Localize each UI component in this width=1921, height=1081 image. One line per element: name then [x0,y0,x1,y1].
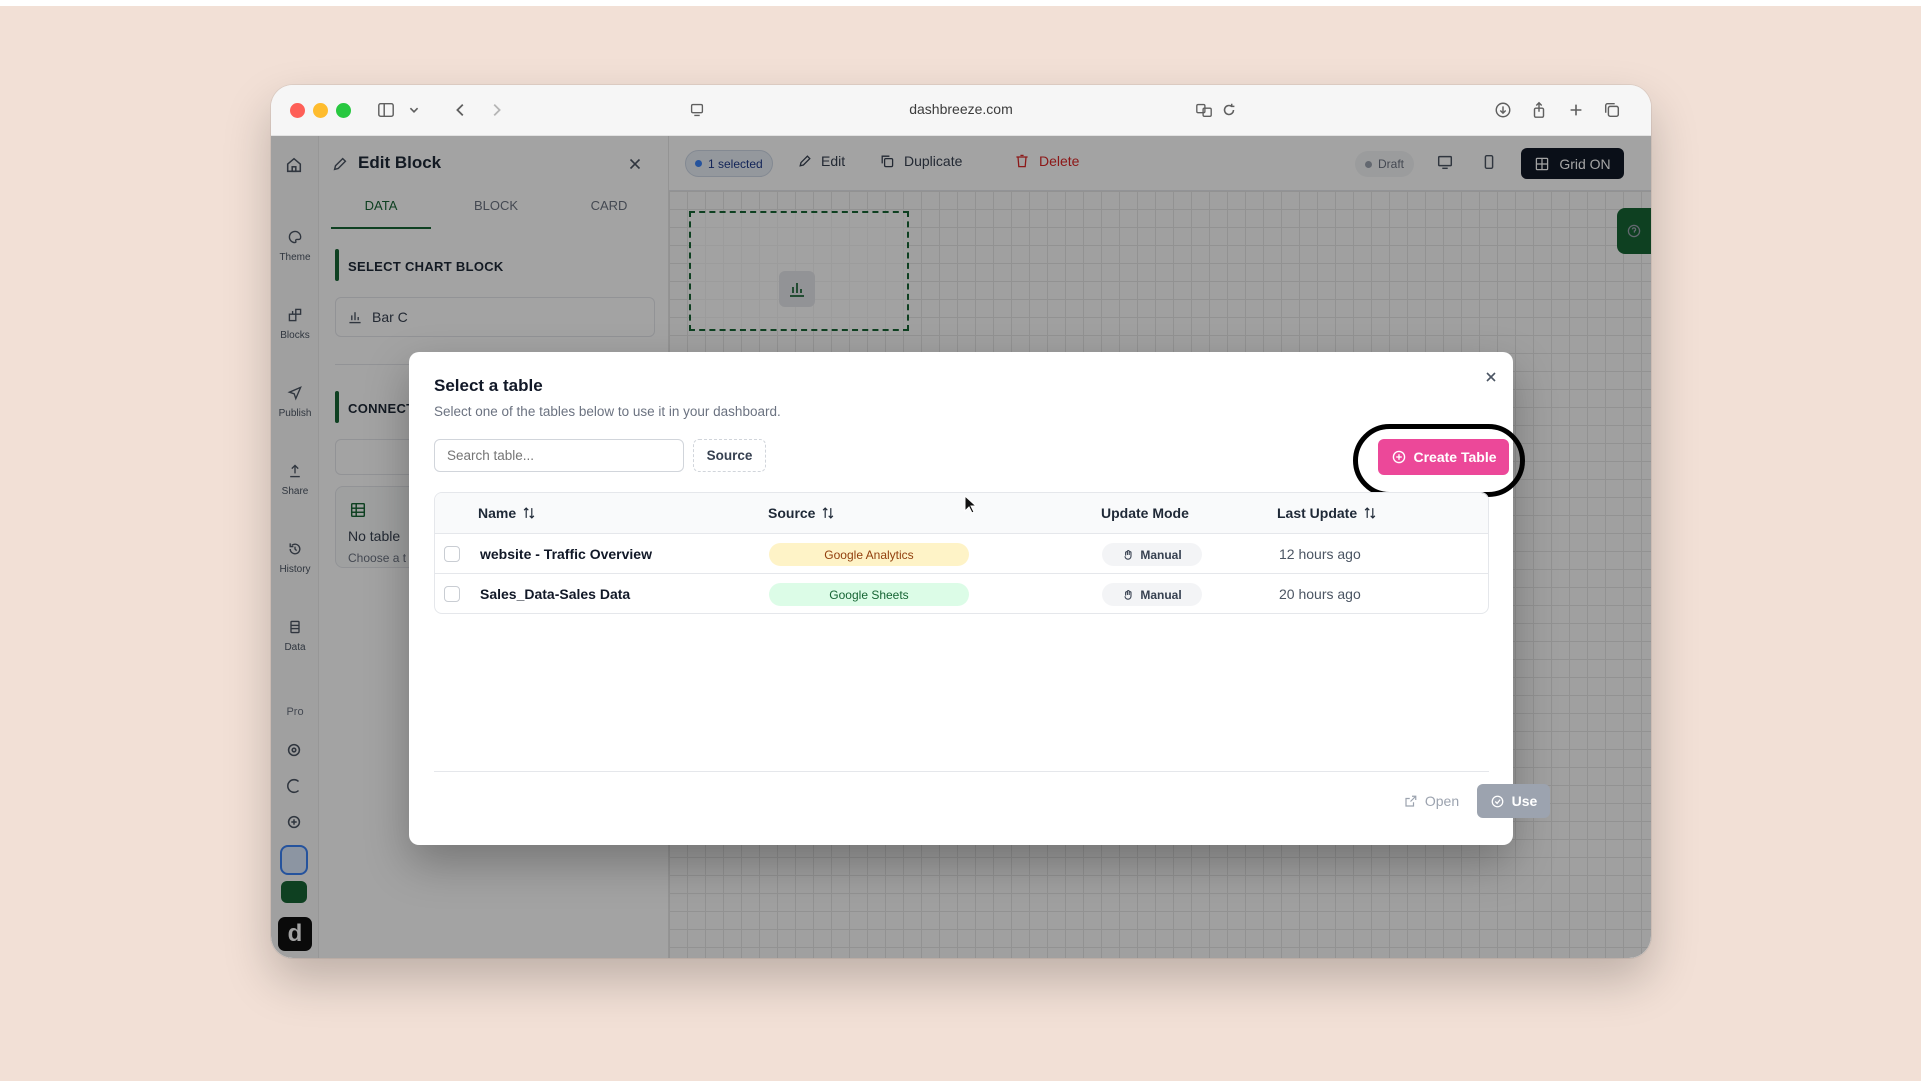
table-row[interactable]: Sales_Data-Sales Data Google Sheets Manu… [435,574,1488,613]
row-name: Sales_Data-Sales Data [480,586,631,602]
last-update-text: 20 hours ago [1279,586,1361,602]
browser-toolbar: dashbreeze.com [271,85,1651,136]
column-last-update[interactable]: Last Update [1277,505,1377,521]
table-header-row: Name Source Update Mode Last Update [435,493,1488,534]
hand-icon [1124,589,1132,600]
open-label: Open [1424,793,1460,809]
mouse-cursor [964,494,978,515]
new-tab-icon[interactable] [1563,97,1589,123]
modal-subtitle: Select one of the tables below to use it… [434,404,781,419]
row-name: website - Traffic Overview [480,546,652,562]
external-link-icon [1405,795,1417,807]
sort-icon [1364,507,1376,519]
update-mode-text: Manual [1140,547,1182,562]
source-badge: Google Analytics [769,543,969,566]
column-update-mode-label: Update Mode [1101,505,1189,521]
source-filter-button[interactable]: Source [693,439,766,472]
reload-icon[interactable] [1216,97,1242,123]
hand-icon [1124,549,1132,560]
tab-overview-icon[interactable] [1599,97,1625,123]
modal-title: Select a table [434,376,543,395]
sort-icon [523,507,535,519]
create-table-label: Create Table [1413,449,1497,465]
open-button[interactable]: Open [1395,784,1467,818]
row-checkbox[interactable] [444,546,460,562]
row-checkbox[interactable] [444,586,460,602]
footer-divider [434,771,1489,772]
table-row[interactable]: website - Traffic Overview Google Analyt… [435,534,1488,574]
update-mode-text: Manual [1140,587,1182,602]
column-name[interactable]: Name [478,505,536,521]
translate-icon[interactable] [1191,97,1217,123]
search-table-input[interactable] [434,439,684,472]
browser-window: dashbreeze.com Theme Blocks Publish Shar… [271,85,1651,958]
column-name-label: Name [478,505,517,521]
update-mode-badge: Manual [1102,543,1202,566]
check-circle-icon [1491,795,1504,807]
close-modal-icon[interactable] [1483,369,1499,385]
use-label: Use [1511,793,1538,809]
column-update-mode: Update Mode [1101,505,1189,521]
select-table-modal: Select a table Select one of the tables … [409,352,1550,845]
update-mode-badge: Manual [1102,583,1202,606]
use-button[interactable]: Use [1477,784,1550,818]
download-icon[interactable] [1490,97,1516,123]
app-area: Theme Blocks Publish Share History Data [271,136,1651,958]
column-source[interactable]: Source [768,505,835,521]
top-strip [0,0,1921,6]
source-badge: Google Sheets [769,583,969,606]
create-table-button[interactable]: Create Table [1378,439,1509,475]
plus-circle-icon [1392,450,1405,464]
column-source-label: Source [768,505,816,521]
tables-list: Name Source Update Mode Last Update webs… [434,492,1489,614]
share-icon[interactable] [1526,97,1552,123]
column-last-update-label: Last Update [1277,505,1358,521]
address-bar[interactable]: dashbreeze.com [271,101,1651,117]
last-update-text: 12 hours ago [1279,546,1361,562]
sort-icon [823,507,834,519]
